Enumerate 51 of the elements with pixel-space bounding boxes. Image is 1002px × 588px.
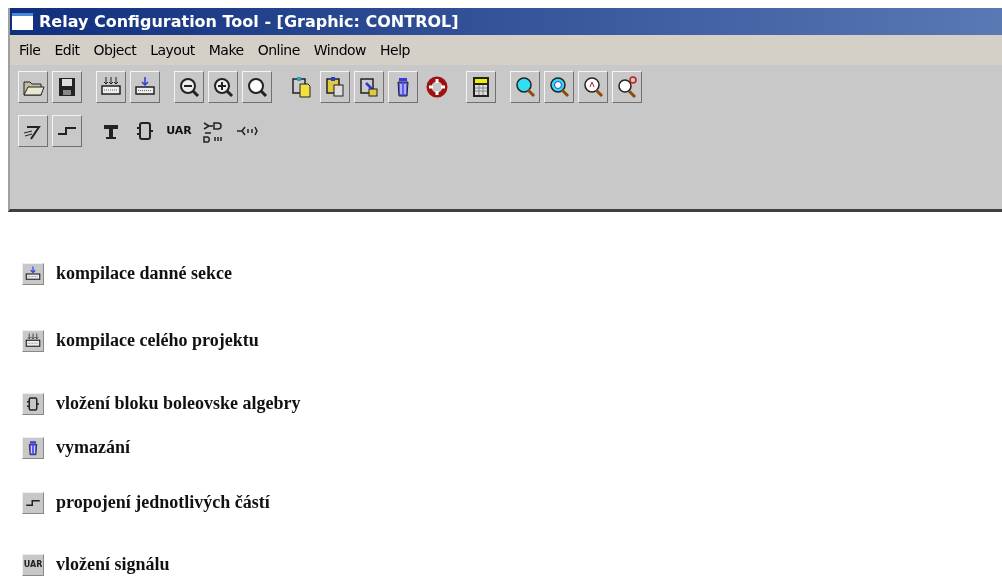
legend-text: propojení jednotlivých částí (56, 491, 270, 514)
zoom-in-icon (211, 75, 235, 99)
trash-icon (22, 436, 44, 459)
toolbar-button[interactable] (208, 71, 238, 103)
toolbar-button[interactable] (578, 71, 608, 103)
lifebuoy-icon (425, 75, 449, 99)
toolbar-button[interactable] (388, 71, 418, 103)
menu-item[interactable]: Make (201, 39, 251, 61)
toolbar-button[interactable] (96, 71, 126, 103)
toolbar-button[interactable] (18, 71, 48, 103)
magnifier-icon (581, 75, 605, 99)
menu-item[interactable]: Layout (143, 39, 202, 61)
toolbar-button[interactable] (354, 71, 384, 103)
legend-text: vymazání (56, 436, 130, 459)
magnifier-icon (547, 75, 571, 99)
menu-item[interactable]: Window (306, 39, 374, 61)
toolbar-button[interactable] (130, 71, 160, 103)
logic-gate-icon (201, 119, 225, 143)
legend-text: kompilace danné sekce (56, 262, 232, 285)
legend-text: kompilace celého projektu (56, 329, 259, 352)
keyboard-icon (22, 262, 44, 285)
toolbar-button[interactable] (544, 71, 574, 103)
app-icon (12, 13, 33, 30)
magnifier-icon (513, 75, 537, 99)
toolbar-button[interactable] (52, 71, 82, 103)
toolbar-button[interactable] (612, 71, 642, 103)
toolbar-button[interactable] (510, 71, 540, 103)
variable-icon: UAR (22, 553, 44, 576)
toolbar-button[interactable] (174, 71, 204, 103)
toolbar-button[interactable] (18, 115, 48, 147)
clipboard-icon (323, 75, 347, 99)
window-title: Relay Configuration Tool - [Graphic: CONTROL] (39, 10, 459, 33)
zoom-out-icon (177, 75, 201, 99)
toolbar-button[interactable] (320, 71, 350, 103)
menu-item[interactable]: Edit (47, 39, 87, 61)
toolbar-button[interactable] (242, 71, 272, 103)
legend-text: vložení signálu (56, 553, 170, 576)
clipboard-icon (289, 75, 313, 99)
logic-block-icon (22, 392, 44, 415)
keyboard-icon (22, 329, 44, 352)
menu-item[interactable]: Object (86, 39, 144, 61)
menu-item[interactable]: Online (250, 39, 307, 61)
magnifier-icon (245, 75, 269, 99)
menu-item[interactable]: Help (373, 39, 417, 61)
toolbar-button[interactable] (466, 71, 496, 103)
toolbar-button[interactable]: UAR (164, 115, 194, 147)
clipboard-icon (357, 75, 381, 99)
toolbar-button[interactable] (52, 115, 82, 147)
menu-item[interactable]: File (12, 39, 48, 61)
legend-text: vložení bloku boleovske algebry (56, 392, 301, 415)
magnifier-icon (615, 75, 639, 99)
